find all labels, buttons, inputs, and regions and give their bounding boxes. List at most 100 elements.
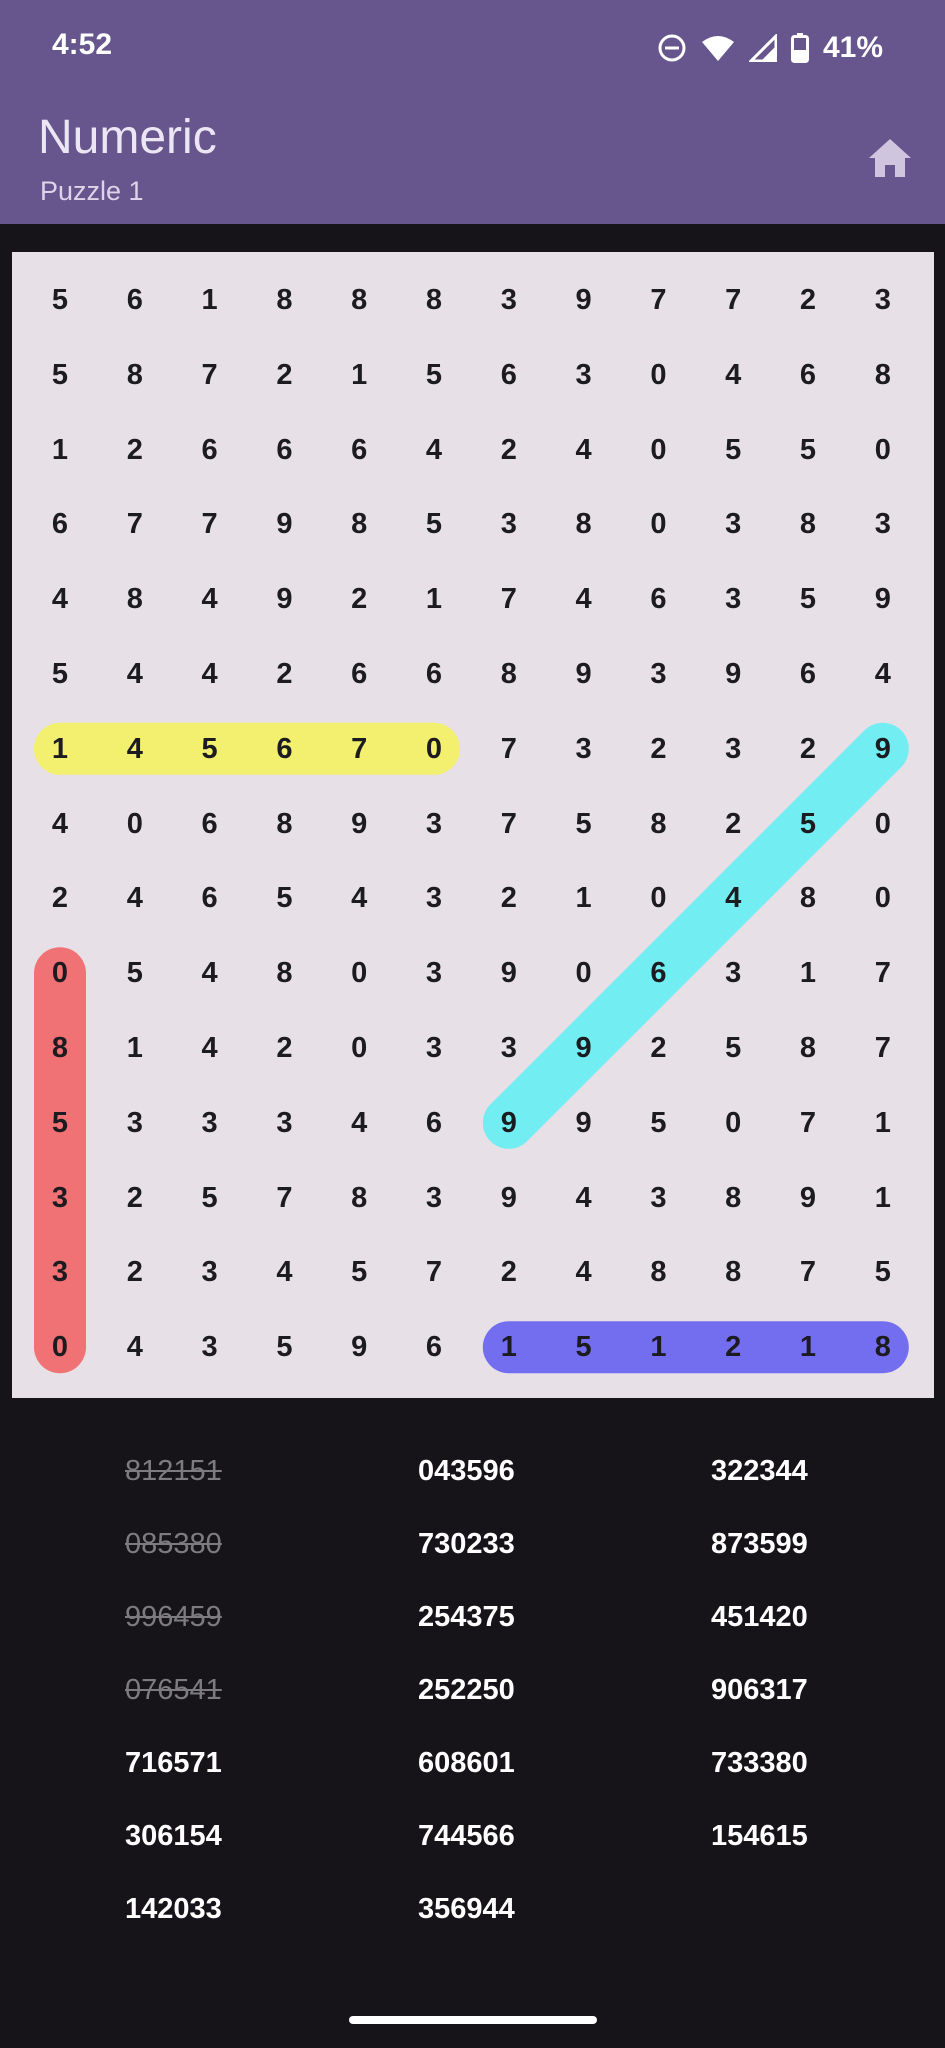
grid-cell[interactable]: 4 bbox=[98, 861, 172, 935]
grid-cell[interactable]: 0 bbox=[621, 338, 695, 412]
grid-cell[interactable]: 0 bbox=[23, 1310, 97, 1384]
grid-cell[interactable]: 5 bbox=[247, 861, 321, 935]
grid-cell[interactable]: 6 bbox=[397, 637, 471, 711]
grid-cell[interactable]: 3 bbox=[846, 487, 920, 561]
grid-cell[interactable]: 5 bbox=[173, 712, 247, 786]
grid-cell[interactable]: 3 bbox=[397, 861, 471, 935]
home-indicator[interactable] bbox=[349, 2016, 597, 2024]
grid-cell[interactable]: 6 bbox=[247, 413, 321, 487]
grid-cell[interactable]: 7 bbox=[173, 338, 247, 412]
grid-cell[interactable]: 9 bbox=[547, 263, 621, 337]
grid-cell[interactable]: 4 bbox=[173, 936, 247, 1010]
grid-cell[interactable]: 6 bbox=[23, 487, 97, 561]
grid-cell[interactable]: 1 bbox=[322, 338, 396, 412]
grid-cell[interactable]: 9 bbox=[846, 712, 920, 786]
grid-cell[interactable]: 5 bbox=[23, 637, 97, 711]
grid-cell[interactable]: 0 bbox=[696, 1086, 770, 1160]
grid-cell[interactable]: 0 bbox=[846, 413, 920, 487]
grid-cell[interactable]: 4 bbox=[173, 1011, 247, 1085]
grid-cell[interactable]: 7 bbox=[472, 562, 546, 636]
grid-cell[interactable]: 0 bbox=[846, 861, 920, 935]
grid-cell[interactable]: 9 bbox=[322, 1310, 396, 1384]
grid-cell[interactable]: 7 bbox=[98, 487, 172, 561]
grid-cell[interactable]: 8 bbox=[247, 936, 321, 1010]
grid-cell[interactable]: 6 bbox=[621, 936, 695, 1010]
grid-cell[interactable]: 3 bbox=[472, 1011, 546, 1085]
grid-cell[interactable]: 8 bbox=[247, 787, 321, 861]
grid-cell[interactable]: 9 bbox=[247, 487, 321, 561]
grid-cell[interactable]: 5 bbox=[23, 263, 97, 337]
grid-cell[interactable]: 5 bbox=[846, 1235, 920, 1309]
grid-cell[interactable]: 1 bbox=[397, 562, 471, 636]
grid-cell[interactable]: 8 bbox=[771, 487, 845, 561]
grid-cell[interactable]: 0 bbox=[621, 413, 695, 487]
grid-cell[interactable]: 3 bbox=[397, 1161, 471, 1235]
grid-cell[interactable]: 1 bbox=[621, 1310, 695, 1384]
grid-cell[interactable]: 2 bbox=[472, 413, 546, 487]
grid-cell[interactable]: 7 bbox=[846, 1011, 920, 1085]
grid-cell[interactable]: 3 bbox=[397, 936, 471, 1010]
grid-cell[interactable]: 8 bbox=[621, 787, 695, 861]
grid-cell[interactable]: 7 bbox=[696, 263, 770, 337]
grid-cell[interactable]: 3 bbox=[547, 712, 621, 786]
grid-cell[interactable]: 7 bbox=[846, 936, 920, 1010]
grid-cell[interactable]: 5 bbox=[696, 1011, 770, 1085]
grid-cell[interactable]: 1 bbox=[472, 1310, 546, 1384]
grid-cell[interactable]: 2 bbox=[472, 861, 546, 935]
grid-cell[interactable]: 6 bbox=[247, 712, 321, 786]
grid-cell[interactable]: 5 bbox=[621, 1086, 695, 1160]
grid-cell[interactable]: 5 bbox=[771, 562, 845, 636]
grid-cell[interactable]: 1 bbox=[771, 936, 845, 1010]
grid-cell[interactable]: 5 bbox=[771, 787, 845, 861]
grid-cell[interactable]: 8 bbox=[771, 1011, 845, 1085]
grid-cell[interactable]: 0 bbox=[98, 787, 172, 861]
grid-cell[interactable]: 6 bbox=[397, 1086, 471, 1160]
grid-cell[interactable]: 6 bbox=[98, 263, 172, 337]
grid-cell[interactable]: 1 bbox=[846, 1086, 920, 1160]
grid-cell[interactable]: 0 bbox=[23, 936, 97, 1010]
grid-cell[interactable]: 0 bbox=[397, 712, 471, 786]
grid-cell[interactable]: 9 bbox=[547, 1086, 621, 1160]
grid-cell[interactable]: 9 bbox=[472, 936, 546, 1010]
grid-cell[interactable]: 3 bbox=[23, 1161, 97, 1235]
grid-cell[interactable]: 2 bbox=[472, 1235, 546, 1309]
grid-cell[interactable]: 1 bbox=[547, 861, 621, 935]
grid-cell[interactable]: 2 bbox=[696, 787, 770, 861]
grid-cell[interactable]: 1 bbox=[771, 1310, 845, 1384]
grid-cell[interactable]: 9 bbox=[547, 1011, 621, 1085]
grid-cell[interactable]: 1 bbox=[23, 413, 97, 487]
grid-cell[interactable]: 5 bbox=[98, 936, 172, 1010]
grid-cell[interactable]: 4 bbox=[23, 562, 97, 636]
grid-cell[interactable]: 3 bbox=[621, 1161, 695, 1235]
grid-cell[interactable]: 4 bbox=[23, 787, 97, 861]
grid-cell[interactable]: 0 bbox=[322, 936, 396, 1010]
grid-cell[interactable]: 6 bbox=[621, 562, 695, 636]
grid-cell[interactable]: 7 bbox=[247, 1161, 321, 1235]
grid-cell[interactable]: 6 bbox=[173, 861, 247, 935]
grid-cell[interactable]: 9 bbox=[846, 562, 920, 636]
grid-cell[interactable]: 7 bbox=[322, 712, 396, 786]
grid-cell[interactable]: 5 bbox=[23, 338, 97, 412]
grid-cell[interactable]: 8 bbox=[472, 637, 546, 711]
grid-cell[interactable]: 7 bbox=[472, 712, 546, 786]
grid-cell[interactable]: 4 bbox=[173, 637, 247, 711]
grid-cell[interactable]: 3 bbox=[696, 487, 770, 561]
grid-cell[interactable]: 7 bbox=[621, 263, 695, 337]
grid-cell[interactable]: 3 bbox=[397, 787, 471, 861]
grid-cell[interactable]: 8 bbox=[771, 861, 845, 935]
grid-cell[interactable]: 2 bbox=[247, 637, 321, 711]
grid-cell[interactable]: 9 bbox=[472, 1161, 546, 1235]
grid-cell[interactable]: 0 bbox=[846, 787, 920, 861]
grid-cell[interactable]: 3 bbox=[547, 338, 621, 412]
grid-cell[interactable]: 9 bbox=[247, 562, 321, 636]
grid-cell[interactable]: 3 bbox=[696, 936, 770, 1010]
grid-cell[interactable]: 4 bbox=[547, 1161, 621, 1235]
grid-cell[interactable]: 3 bbox=[173, 1086, 247, 1160]
grid-cell[interactable]: 4 bbox=[98, 637, 172, 711]
grid-cell[interactable]: 5 bbox=[397, 338, 471, 412]
grid-cell[interactable]: 8 bbox=[846, 1310, 920, 1384]
grid-cell[interactable]: 3 bbox=[247, 1086, 321, 1160]
grid-cell[interactable]: 3 bbox=[23, 1235, 97, 1309]
grid-cell[interactable]: 7 bbox=[771, 1086, 845, 1160]
grid-cell[interactable]: 1 bbox=[23, 712, 97, 786]
